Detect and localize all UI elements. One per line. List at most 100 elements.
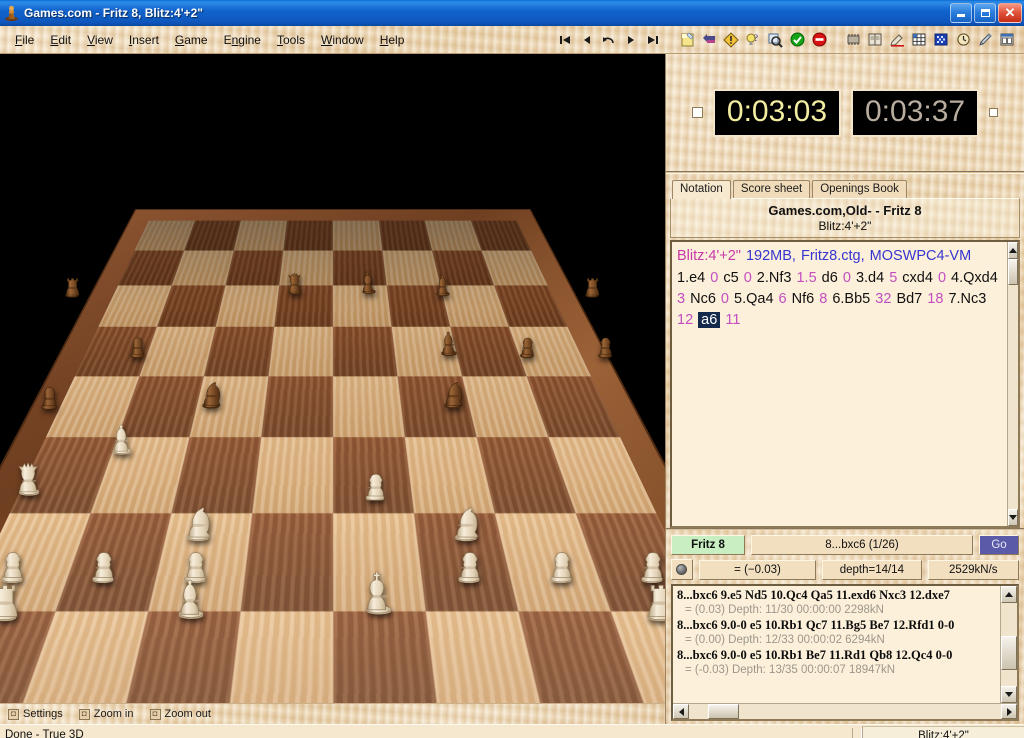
move-number[interactable]: 7.Nc3 [948, 291, 986, 307]
notation-scroll-thumb[interactable] [1008, 259, 1018, 285]
green-check-icon[interactable] [786, 29, 808, 51]
board-zoom-out-button[interactable]: ◘ Zoom out [149, 708, 211, 720]
board-square[interactable] [332, 512, 426, 611]
book-icon[interactable] [864, 29, 886, 51]
board-square[interactable] [461, 375, 548, 437]
board-square[interactable] [170, 436, 261, 513]
board-square[interactable] [251, 436, 333, 513]
engine-hscrollbar[interactable] [673, 703, 1017, 719]
board-square[interactable] [386, 285, 450, 327]
skip-to-end-icon[interactable] [642, 29, 664, 51]
board-square[interactable] [476, 436, 576, 513]
undo-icon[interactable] [598, 29, 620, 51]
tab-openings-book[interactable]: Openings Book [812, 180, 907, 198]
board-square[interactable] [397, 375, 477, 437]
board-square[interactable] [225, 250, 283, 286]
board-square[interactable] [0, 610, 55, 703]
menu-item-insert[interactable]: Insert [128, 31, 160, 49]
chip-icon[interactable] [842, 29, 864, 51]
engine-hscroll-thumb[interactable] [707, 704, 739, 719]
move-black[interactable]: Nc6 [690, 291, 716, 307]
move-black[interactable]: Nf6 [792, 291, 815, 307]
engine-scroll-up-button[interactable] [1001, 586, 1017, 603]
engine-scroll-right-button[interactable] [1001, 704, 1017, 719]
move-black[interactable]: d6 [822, 270, 838, 286]
notation-scroll-track[interactable] [1008, 259, 1018, 509]
notation-scrollbar[interactable] [1007, 242, 1018, 526]
notation-text-area[interactable]: Blitz:4'+2" 192MB, Fritz8.ctg, MOSWPC4-V… [670, 240, 1020, 528]
board-square[interactable] [575, 512, 665, 611]
board-square[interactable] [54, 512, 171, 611]
move-number[interactable]: 4.Qxd4 [951, 270, 998, 286]
engine-vscrollbar[interactable] [1000, 586, 1017, 703]
magnifier-icon[interactable] [764, 29, 786, 51]
move-black[interactable]: c5 [723, 270, 738, 286]
engine-variation-line[interactable]: 8...bxc6 9.0-0 e5 10.Rb1 Qc7 11.Bg5 Be7 … [677, 618, 996, 633]
board-square[interactable] [203, 326, 274, 376]
move-number[interactable]: 6.Bb5 [832, 291, 875, 307]
board-square[interactable] [332, 326, 398, 376]
board-square[interactable] [332, 436, 414, 513]
table-icon[interactable] [908, 29, 930, 51]
board-square[interactable] [239, 512, 333, 611]
board-square[interactable] [215, 285, 279, 327]
board-square[interactable] [183, 220, 241, 251]
maximize-button[interactable] [974, 2, 996, 23]
board-square[interactable] [117, 375, 204, 437]
engine-name[interactable]: Fritz 8 [671, 535, 745, 555]
clock-icon[interactable] [952, 29, 974, 51]
engine-variation-list[interactable]: 8...bxc6 9.e5 Nd5 10.Qc4 Qa5 11.exd6 Nxc… [673, 586, 1000, 703]
notation-scroll-up-button[interactable] [1008, 242, 1018, 259]
board-square[interactable] [404, 436, 495, 513]
window-title-bar[interactable]: Games.com - Fritz 8, Blitz:4'+2" ✕ [0, 0, 1024, 26]
tab-score-sheet[interactable]: Score sheet [732, 180, 811, 198]
menu-item-window[interactable]: Window [320, 31, 365, 49]
menu-item-game[interactable]: Game [174, 31, 209, 49]
engine-variations-box[interactable]: 8...bxc6 9.e5 Nd5 10.Qc4 Qa5 11.exd6 Nxc… [671, 584, 1019, 721]
warning-diamond-icon[interactable] [720, 29, 742, 51]
menu-item-help[interactable]: Help [379, 31, 406, 49]
engine-scroll-left-button[interactable] [673, 704, 689, 719]
minimize-button[interactable] [950, 2, 972, 23]
menu-item-engine[interactable]: Engine [223, 31, 262, 49]
step-forward-icon[interactable] [620, 29, 642, 51]
board-square[interactable] [224, 610, 333, 703]
board-square[interactable] [378, 220, 432, 251]
board-square[interactable] [610, 610, 665, 703]
board-square[interactable] [425, 610, 549, 703]
board-square[interactable] [267, 326, 333, 376]
move-number[interactable]: 1.e4 [677, 270, 710, 286]
hint-bulb-icon[interactable]: ? [742, 29, 764, 51]
board-square[interactable] [282, 220, 333, 251]
move-list[interactable]: 1.e4 0 c5 0 2.Nf3 1.5 d6 0 3.d4 5 cxd4 0… [677, 268, 1002, 331]
move-black[interactable]: cxd4 [902, 270, 933, 286]
board-square[interactable] [273, 285, 333, 327]
board-square[interactable] [116, 610, 240, 703]
notation-moves[interactable]: Blitz:4'+2" 192MB, Fritz8.ctg, MOSWPC4-V… [672, 242, 1007, 526]
menu-item-view[interactable]: View [86, 31, 114, 49]
board-square[interactable] [0, 512, 90, 611]
blue-grid-icon[interactable] [930, 29, 952, 51]
engine-scroll-track[interactable] [1001, 603, 1017, 686]
board-square[interactable] [188, 375, 268, 437]
board-square[interactable] [233, 220, 287, 251]
move-black[interactable]: Bd7 [896, 291, 922, 307]
engine-variation-line[interactable]: 8...bxc6 9.0-0 e5 10.Rb1 Be7 11.Rd1 Qb8 … [677, 648, 996, 663]
step-back-icon[interactable] [576, 29, 598, 51]
chess-board-3d[interactable] [0, 54, 665, 703]
board-settings-button[interactable]: ◘ Settings [8, 708, 63, 720]
board-square[interactable] [332, 220, 383, 251]
move-number[interactable]: 3.d4 [856, 270, 889, 286]
board-square[interactable] [260, 375, 333, 437]
board-square[interactable] [332, 375, 405, 437]
engine-variation-line[interactable]: 8...bxc6 9.e5 Nd5 10.Qc4 Qa5 11.exd6 Nxc… [677, 588, 996, 603]
new-note-icon[interactable] [676, 29, 698, 51]
board-square[interactable] [332, 610, 441, 703]
board-square[interactable] [147, 512, 252, 611]
menu-item-file[interactable]: File [14, 31, 35, 49]
red-stop-icon[interactable] [808, 29, 830, 51]
board-square[interactable] [517, 610, 658, 703]
pen-nib-icon[interactable] [974, 29, 996, 51]
board-square[interactable] [413, 512, 518, 611]
notation-scroll-down-button[interactable] [1008, 509, 1018, 526]
